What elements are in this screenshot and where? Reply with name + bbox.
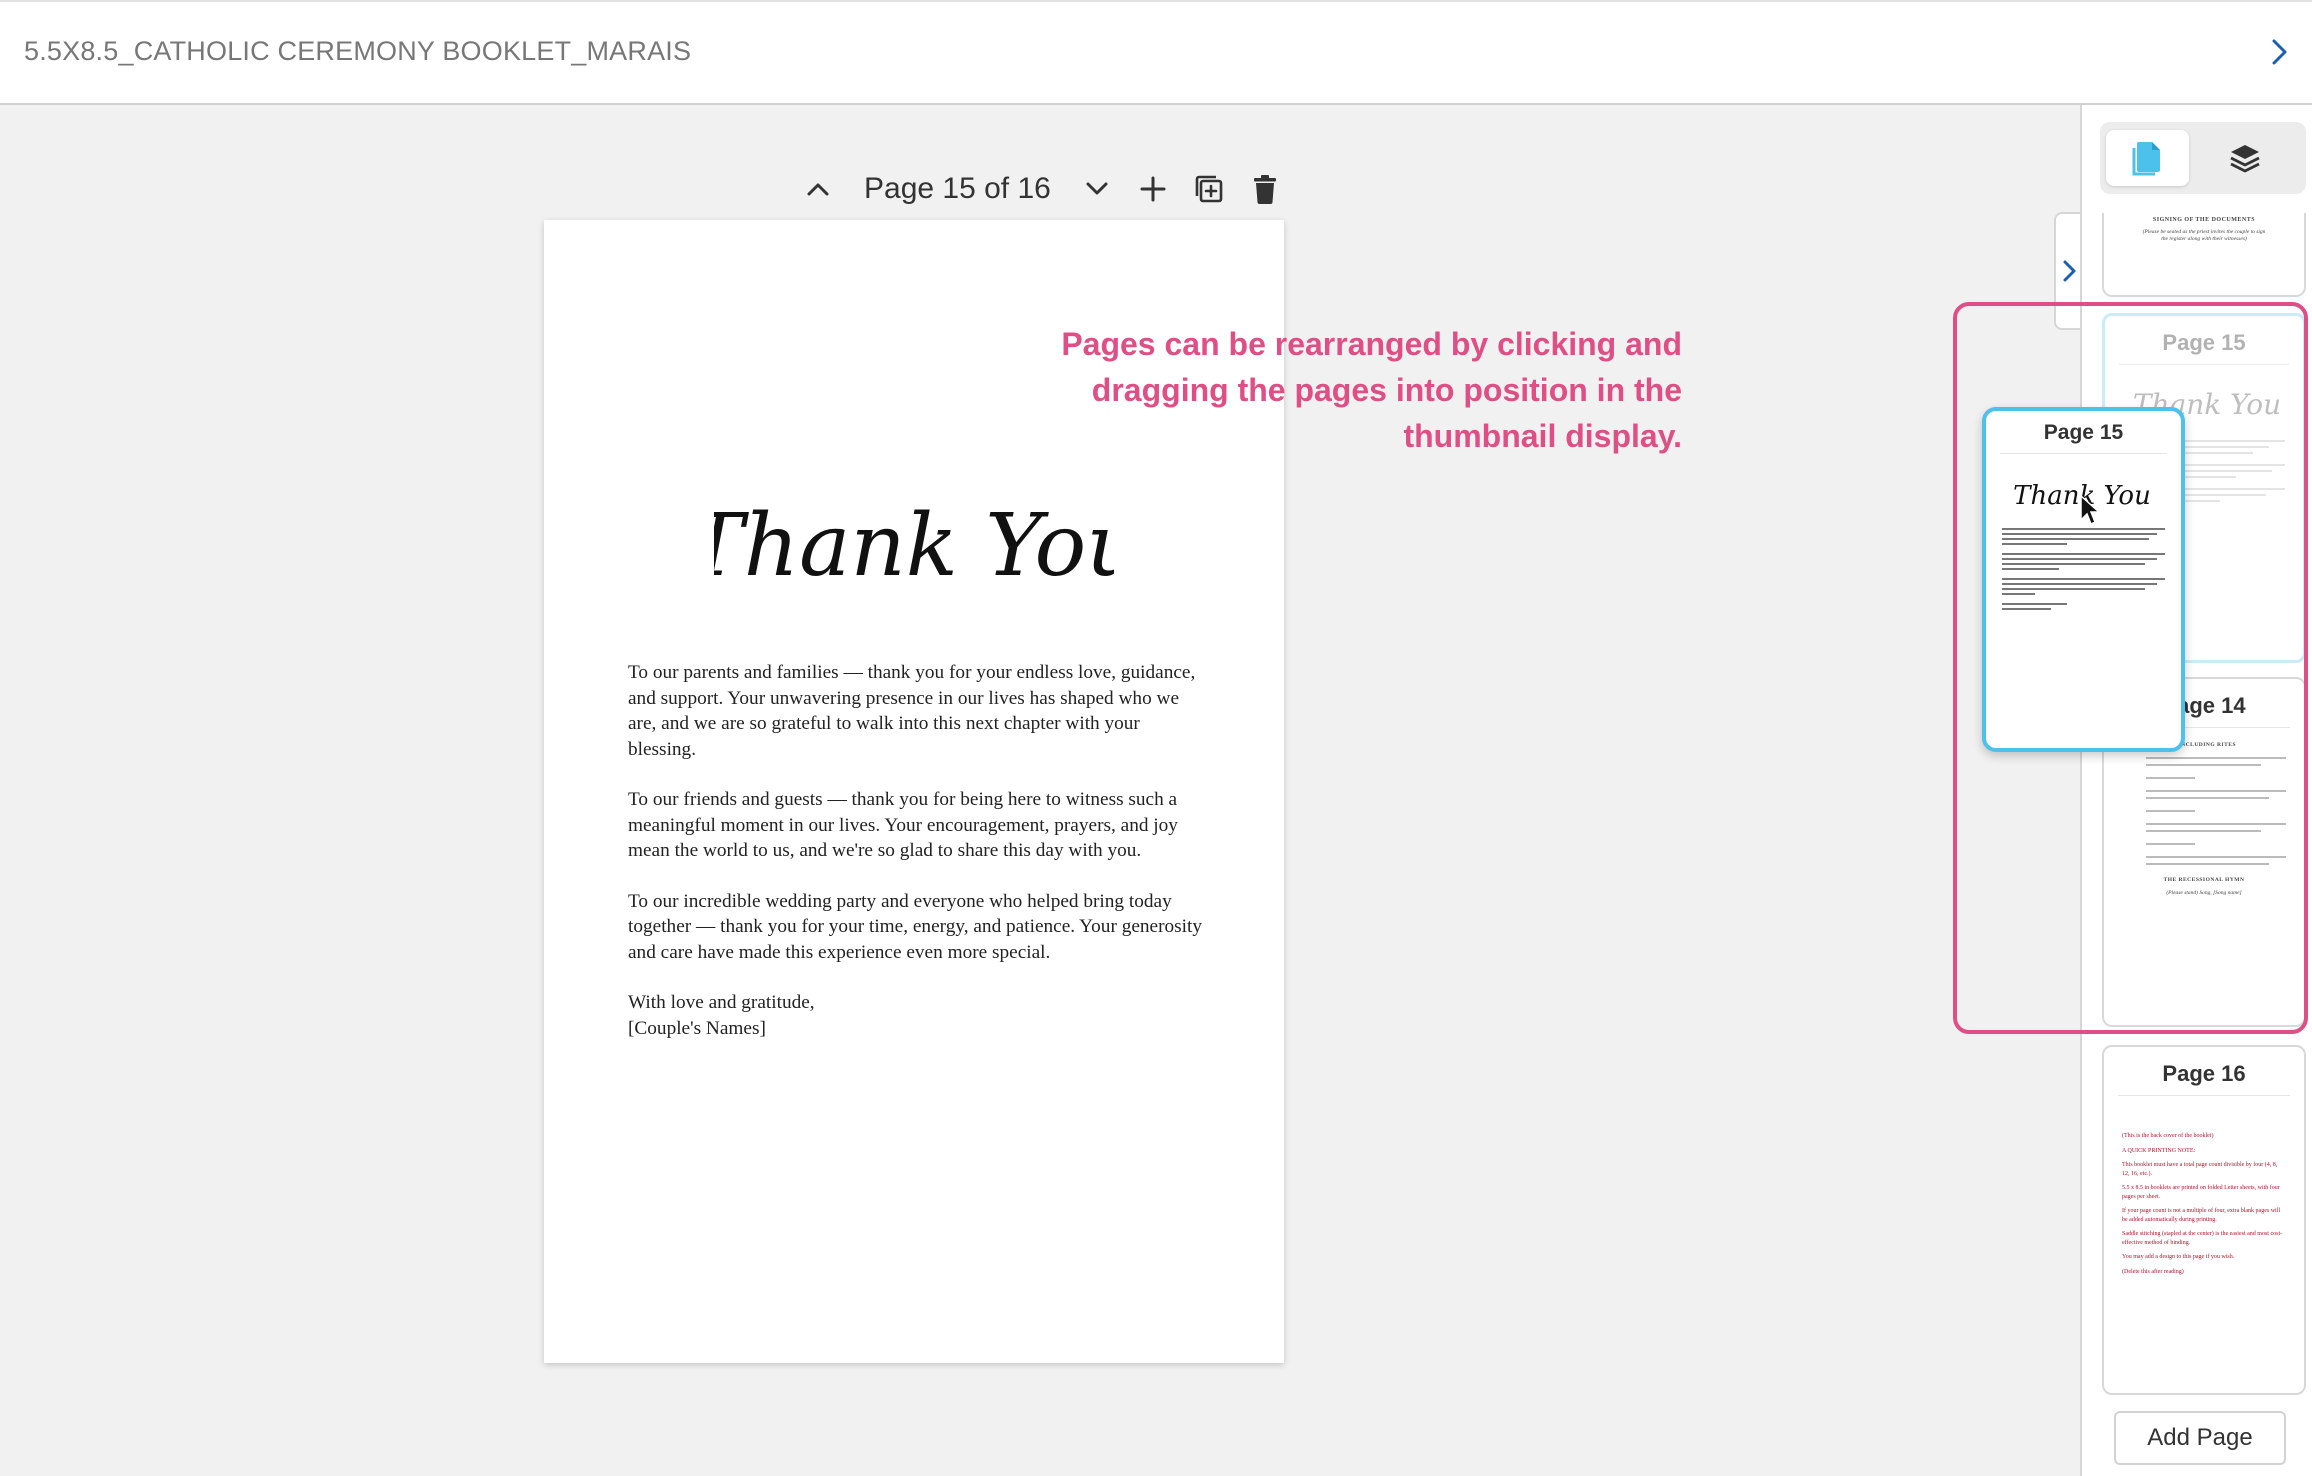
- paragraph: To our incredible wedding party and ever…: [628, 890, 1203, 963]
- thumb-line: This booklet must have a total page coun…: [2122, 1162, 2278, 1177]
- thumb-line: A QUICK PRINTING NOTE:: [2122, 1147, 2196, 1154]
- duplicate-icon: [1195, 175, 1223, 203]
- document-header: 5.5X8.5_CATHOLIC CEREMONY BOOKLET_MARAIS: [0, 0, 2312, 105]
- page-body-text: To our parents and families — thank you …: [628, 660, 1208, 1041]
- page-thumbnail-previous[interactable]: SIGNING OF THE DOCUMENTS (Please be seat…: [2102, 213, 2306, 297]
- add-page-button[interactable]: [1125, 159, 1181, 219]
- thumb-line: If your page count is not a multiple of …: [2122, 1208, 2281, 1223]
- duplicate-page-button[interactable]: [1181, 159, 1237, 219]
- thumb-line: 5.5 x 8.5 in booklets are printed on fol…: [2122, 1185, 2280, 1200]
- tab-layers[interactable]: [2203, 130, 2286, 186]
- add-page-button[interactable]: Add Page: [2114, 1411, 2286, 1465]
- thumb-text-lines: [2002, 528, 2165, 610]
- next-page-button[interactable]: [1069, 159, 1125, 219]
- chevron-down-icon: [1086, 182, 1108, 195]
- pages-icon: [2132, 142, 2160, 176]
- page-indicator: Page 15 of 16: [864, 172, 1051, 205]
- page-thumbnail-16[interactable]: Page 16 (This is the back cover of the b…: [2102, 1045, 2306, 1395]
- paragraph: To our parents and families — thank you …: [628, 662, 1196, 760]
- dragged-page-thumbnail[interactable]: Page 15 Thank You: [1982, 407, 2185, 752]
- plus-icon: [1140, 176, 1166, 202]
- previous-page-button[interactable]: [790, 159, 846, 219]
- mouse-cursor-icon: [2080, 494, 2101, 526]
- thumb-line: You may add a design to this page if you…: [2122, 1254, 2235, 1260]
- paragraph: To our friends and guests — thank you fo…: [628, 789, 1178, 861]
- layers-icon: [2229, 145, 2260, 173]
- thumb-line: (This is the back cover of the booklet): [2122, 1133, 2214, 1139]
- thumb-line: (Delete this after reading): [2122, 1268, 2184, 1275]
- trash-icon: [1253, 175, 1276, 204]
- closing-line: With love and gratitude,: [628, 992, 815, 1013]
- tab-pages[interactable]: [2106, 130, 2189, 186]
- rearrange-hint: Pages can be rearranged by clicking and …: [1061, 326, 1682, 454]
- editor-canvas-area: Page 15 of 16 Thank You To our parents a…: [0, 105, 2080, 1476]
- chevron-right-icon[interactable]: [2260, 32, 2300, 72]
- delete-page-button[interactable]: [1237, 159, 1293, 219]
- thumb-note: (Please be seated as the priest invites …: [2142, 229, 2266, 242]
- chevron-up-icon: [807, 183, 829, 196]
- thumb-heading: SIGNING OF THE DOCUMENTS: [2152, 217, 2256, 223]
- chevron-right-icon: [2063, 260, 2076, 282]
- couple-names: [Couple's Names]: [628, 1017, 766, 1039]
- script-title-text: Thank You: [714, 496, 1114, 596]
- thumb-title: Page 16: [2118, 1047, 2290, 1096]
- thumb-title: Page 15: [2000, 411, 2167, 454]
- page-toolbar: Page 15 of 16: [790, 159, 1293, 219]
- document-title: 5.5X8.5_CATHOLIC CEREMONY BOOKLET_MARAIS: [24, 36, 692, 66]
- thumb-line: Saddle stitching (stapled at the center)…: [2122, 1231, 2283, 1246]
- thank-you-script-title: Thank You: [714, 496, 1114, 596]
- sidebar-tabs: [2100, 122, 2306, 194]
